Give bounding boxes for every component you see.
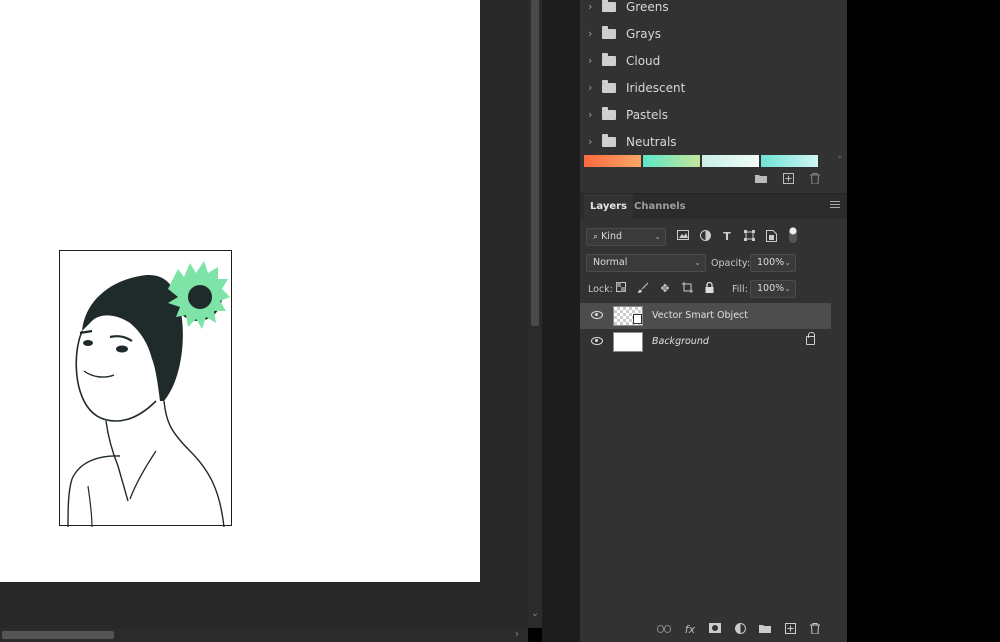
- gradient-group-neutrals[interactable]: › Neutrals: [588, 128, 838, 155]
- filter-kind-value: Kind: [601, 231, 622, 242]
- layer-effects-fx-icon[interactable]: fx: [683, 623, 697, 637]
- pixel-filter-icon[interactable]: [676, 230, 690, 244]
- fill-value: 100%: [757, 283, 785, 294]
- new-group-folder-icon[interactable]: [758, 623, 772, 637]
- filter-toggle-icon[interactable]: [786, 227, 800, 243]
- scroll-right-icon[interactable]: ›: [510, 628, 524, 642]
- gradient-group-pastels[interactable]: › Pastels: [588, 101, 838, 128]
- new-adjustment-layer-icon[interactable]: [733, 623, 747, 637]
- canvas-area[interactable]: [0, 0, 528, 628]
- chevron-right-icon[interactable]: ›: [588, 135, 600, 148]
- lock-position-move-icon[interactable]: ✥: [658, 282, 672, 296]
- chevron-right-icon[interactable]: ›: [588, 0, 600, 13]
- portrait-illustration: [67, 261, 230, 528]
- layer-thumbnail: [613, 306, 643, 326]
- document-canvas[interactable]: [0, 0, 480, 582]
- folder-icon: [602, 0, 616, 12]
- gradient-group-label: Cloud: [626, 53, 661, 68]
- delete-layer-trash-icon[interactable]: [808, 623, 822, 637]
- folder-icon: [602, 106, 616, 120]
- lock-artboard-icon[interactable]: [680, 282, 694, 296]
- shape-filter-icon[interactable]: [742, 230, 756, 244]
- add-mask-icon[interactable]: [708, 623, 722, 637]
- gradient-swatch[interactable]: [584, 155, 641, 167]
- trash-icon[interactable]: [808, 173, 822, 187]
- chevron-down-icon[interactable]: ⌄: [784, 281, 791, 297]
- gradient-group-label: Grays: [626, 26, 661, 41]
- vertical-scrollbar[interactable]: ⌄: [528, 0, 542, 628]
- fill-field[interactable]: 100% ⌄: [750, 280, 796, 298]
- blend-mode-value: Normal: [593, 257, 628, 268]
- lock-label: Lock:: [588, 284, 613, 295]
- horizontal-scroll-thumb[interactable]: [2, 631, 114, 639]
- filter-kind-select[interactable]: ⌕ Kind ⌄: [586, 228, 666, 246]
- panel-gutter: [542, 0, 580, 642]
- visibility-eye-icon[interactable]: [591, 337, 603, 345]
- new-gradient-icon[interactable]: [781, 173, 795, 187]
- search-icon: ⌕: [593, 232, 599, 242]
- opacity-label: Opacity:: [711, 258, 751, 269]
- gradient-group-greens[interactable]: › Greens: [588, 0, 838, 20]
- gradient-group-label: Iridescent: [626, 80, 686, 95]
- panel-menu-icon[interactable]: [830, 201, 840, 211]
- visibility-eye-icon[interactable]: [591, 311, 603, 319]
- chevron-down-icon: ⌄: [654, 232, 661, 241]
- chevron-down-icon[interactable]: ⌄: [784, 255, 791, 271]
- gradient-swatch[interactable]: [702, 155, 759, 167]
- gradient-group-label: Greens: [626, 0, 669, 14]
- horizontal-scrollbar[interactable]: ›: [0, 628, 528, 642]
- gradient-swatch[interactable]: [643, 155, 700, 167]
- folder-icon: [602, 133, 616, 147]
- chevron-down-icon: ⌄: [694, 258, 701, 267]
- gradient-group-cloud[interactable]: › Cloud: [588, 47, 838, 74]
- lock-icon[interactable]: [806, 332, 815, 345]
- new-group-folder-icon[interactable]: [754, 173, 768, 187]
- type-filter-icon[interactable]: T: [720, 230, 734, 244]
- gradient-group-label: Neutrals: [626, 134, 677, 149]
- smart-object-filter-icon[interactable]: [764, 230, 778, 244]
- layer-name[interactable]: Vector Smart Object: [652, 310, 748, 321]
- scroll-down-icon[interactable]: ⌄: [528, 608, 542, 622]
- chevron-right-icon[interactable]: ›: [588, 27, 600, 40]
- layers-panel-footer: fx: [580, 618, 847, 642]
- gradient-group-grays[interactable]: › Grays: [588, 20, 838, 47]
- lock-transparent-pixels-icon[interactable]: [614, 282, 628, 296]
- chevron-right-icon[interactable]: ›: [588, 54, 600, 67]
- lock-image-pixels-brush-icon[interactable]: [636, 282, 650, 296]
- tab-layers[interactable]: Layers: [584, 194, 633, 220]
- layer-name[interactable]: Background: [652, 336, 709, 347]
- opacity-field[interactable]: 100% ⌄: [750, 254, 796, 272]
- folder-icon: [602, 25, 616, 39]
- layers-panel-header: Layers Channels: [580, 193, 847, 220]
- layer-thumbnail: [613, 332, 643, 352]
- outer-background: [847, 0, 1000, 642]
- artwork-vector-smart-object[interactable]: [59, 250, 232, 528]
- gradient-swatch[interactable]: [761, 155, 818, 167]
- adjustment-filter-icon[interactable]: [698, 230, 712, 244]
- gradient-group-iridescent[interactable]: › Iridescent: [588, 74, 838, 101]
- lock-all-icon[interactable]: [702, 281, 716, 296]
- vertical-scroll-thumb[interactable]: [531, 0, 539, 326]
- link-layers-icon[interactable]: [657, 623, 671, 637]
- layer-row-vector-smart-object[interactable]: Vector Smart Object: [580, 303, 831, 329]
- chevron-right-icon[interactable]: ›: [588, 108, 600, 121]
- folder-icon: [602, 79, 616, 93]
- chevron-down-icon[interactable]: ⌄: [836, 151, 844, 161]
- chevron-right-icon[interactable]: ›: [588, 81, 600, 94]
- opacity-value: 100%: [757, 257, 785, 268]
- tab-channels[interactable]: Channels: [628, 194, 692, 220]
- gradient-group-label: Pastels: [626, 107, 668, 122]
- new-layer-icon[interactable]: [783, 623, 797, 637]
- blend-mode-select[interactable]: Normal ⌄: [586, 254, 706, 272]
- fill-label: Fill:: [732, 284, 748, 295]
- smart-object-badge-icon: [633, 314, 642, 324]
- layer-row-background[interactable]: Background: [580, 329, 831, 355]
- folder-icon: [602, 52, 616, 66]
- right-panels: › Greens › Grays › Cloud › Iridescent › …: [580, 0, 847, 642]
